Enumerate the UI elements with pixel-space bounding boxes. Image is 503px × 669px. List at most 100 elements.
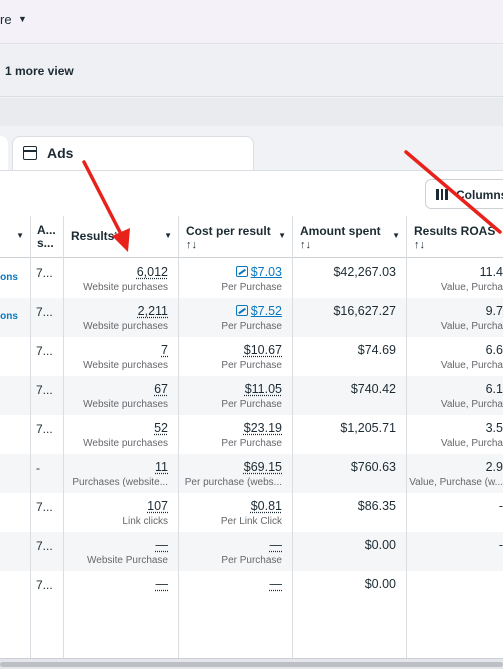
table-row[interactable]: tions 7... 6,012 Website purchases $7.03 Per … <box>0 259 503 298</box>
cell-amount-spent: $74.69 <box>292 337 406 376</box>
sort-icon[interactable]: ↑↓ <box>186 239 197 251</box>
table-row[interactable]: 7... 7 Website purchases $10.67 Per Purchase… <box>0 337 503 376</box>
more-dropdown-label[interactable]: re <box>0 12 12 27</box>
columns-button[interactable]: Columns <box>425 179 503 209</box>
roas-value: 6.1 <box>485 382 503 396</box>
horizontal-scrollbar[interactable] <box>0 658 503 669</box>
view-actions-link[interactable]: tions <box>0 272 18 283</box>
roas-value: - <box>498 499 503 513</box>
table-row[interactable]: tions 7... 2,211 Website purchases $7.52 Per … <box>0 298 503 337</box>
amount-value: $16,627.27 <box>333 304 396 318</box>
amount-value: $740.42 <box>350 382 396 396</box>
tab-ad-sets[interactable] <box>0 136 8 170</box>
cost-value[interactable]: $23.19 <box>244 421 282 435</box>
column-header-results-label: Results <box>71 229 115 243</box>
cell-results: 7 Website purchases <box>63 337 178 376</box>
chevron-down-icon[interactable]: ▼ <box>18 14 27 24</box>
cell-delivery: 7... <box>30 532 63 571</box>
tab-ads-label: Ads <box>47 145 74 161</box>
sort-icon[interactable]: ↑↓ <box>300 239 311 251</box>
results-value[interactable]: 7 <box>161 343 168 357</box>
roas-type: Value, Purcha <box>440 321 503 332</box>
column-divider[interactable] <box>63 216 64 659</box>
results-value[interactable]: 2,211 <box>138 304 168 318</box>
table-row[interactable]: 7... 107 Link clicks $0.81 Per Link Click $86… <box>0 493 503 532</box>
roas-value: - <box>498 538 503 552</box>
sort-icon[interactable]: ↑↓ <box>414 239 425 251</box>
table-row[interactable]: 7... 52 Website purchases $23.19 Per Purchas… <box>0 415 503 454</box>
cost-value[interactable]: $11.05 <box>245 382 282 396</box>
cell-results: 6,012 Website purchases <box>63 259 178 298</box>
table-row[interactable]: 7... — Website Purchase — Per Purchase $0.00 - <box>0 532 503 571</box>
results-value[interactable]: 107 <box>147 499 168 513</box>
cost-value-link[interactable]: $7.03 <box>235 265 282 279</box>
results-value[interactable]: — <box>156 577 169 591</box>
trend-chart-icon[interactable] <box>235 266 248 277</box>
cost-value[interactable]: — <box>270 538 283 552</box>
cell-delivery: 7... <box>30 415 63 454</box>
table-row[interactable]: 7... — — $0.00 <box>0 571 503 610</box>
scrollbar-thumb[interactable] <box>0 662 503 667</box>
cost-type: Per Purchase <box>221 438 282 449</box>
results-value[interactable]: — <box>156 538 169 552</box>
more-views-link[interactable]: 1 more view <box>5 64 74 78</box>
chevron-down-icon[interactable]: ▼ <box>278 231 286 240</box>
column-divider[interactable] <box>406 216 407 659</box>
sort-icon[interactable]: ↑↓ <box>113 229 124 241</box>
results-type: Website purchases <box>83 282 168 293</box>
view-actions-link[interactable]: tions <box>0 311 18 322</box>
cell-results-roas: 3.5 Value, Purcha <box>406 415 503 454</box>
column-divider[interactable] <box>30 216 31 659</box>
cell-cost-per-result: $7.03 Per Purchase <box>178 259 292 298</box>
cell-results-roas: - <box>406 493 503 532</box>
results-value[interactable]: 11 <box>155 460 168 474</box>
cell-results-roas: - <box>406 532 503 571</box>
table-row[interactable]: - 11 Purchases (website... $69.15 Per purcha… <box>0 454 503 493</box>
ads-table-panel: Columns ▼ A... s... Results ↑↓ ▼ Cost pe… <box>0 170 503 659</box>
cell-name <box>0 376 30 415</box>
amount-value: $0.00 <box>364 577 396 591</box>
delivery-status: 7... <box>36 266 53 280</box>
cost-value-link[interactable]: $7.52 <box>235 304 282 318</box>
cell-cost-per-result: $69.15 Per purchase (webs... <box>178 454 292 493</box>
cell-amount-spent: $0.00 <box>292 571 406 610</box>
cell-name: tions <box>0 259 30 298</box>
results-type: Website purchases <box>83 321 168 332</box>
results-value[interactable]: 52 <box>154 421 168 435</box>
cost-value[interactable]: $69.15 <box>244 460 282 474</box>
cell-delivery: 7... <box>30 259 63 298</box>
chevron-down-icon[interactable]: ▼ <box>392 231 400 240</box>
results-value[interactable]: 67 <box>154 382 168 396</box>
delivery-status: 7... <box>36 383 53 397</box>
delivery-status: 7... <box>36 344 53 358</box>
cost-value[interactable]: — <box>270 577 283 591</box>
cost-value[interactable]: $10.67 <box>244 343 282 357</box>
table-row[interactable]: 7... 67 Website purchases $11.05 Per Purchas… <box>0 376 503 415</box>
amount-value: $42,267.03 <box>333 265 396 279</box>
column-header-cost-per-result[interactable]: Cost per result ↑↓ ▼ <box>178 216 292 258</box>
chevron-down-icon[interactable]: ▼ <box>16 231 24 240</box>
column-divider[interactable] <box>178 216 179 659</box>
column-header-results[interactable]: Results ↑↓ ▼ <box>63 216 178 258</box>
roas-type: Value, Purchase (w... <box>409 477 503 488</box>
cell-amount-spent: $42,267.03 <box>292 259 406 298</box>
chevron-down-icon[interactable]: ▼ <box>164 231 172 240</box>
roas-type: Value, Purcha <box>440 399 503 410</box>
results-type: Website purchases <box>83 360 168 371</box>
results-type: Purchases (website... <box>72 477 168 488</box>
results-value[interactable]: 6,012 <box>137 265 168 279</box>
column-header-delivery[interactable]: A... s... <box>30 216 63 258</box>
results-type: Website purchases <box>83 399 168 410</box>
column-header-results-roas[interactable]: Results ROAS ↑↓ <box>406 216 503 258</box>
spacer-band <box>0 98 503 126</box>
cell-cost-per-result: — <box>178 571 292 610</box>
column-divider[interactable] <box>292 216 293 659</box>
delivery-status: 7... <box>36 578 53 592</box>
cell-amount-spent: $0.00 <box>292 532 406 571</box>
tab-ads[interactable]: Ads <box>12 136 254 170</box>
column-header-name[interactable]: ▼ <box>0 216 30 258</box>
column-header-amount-spent[interactable]: Amount spent ↑↓ ▼ <box>292 216 406 258</box>
cost-value[interactable]: $0.81 <box>251 499 282 513</box>
trend-chart-icon[interactable] <box>235 305 248 316</box>
cost-type: Per purchase (webs... <box>184 477 282 488</box>
